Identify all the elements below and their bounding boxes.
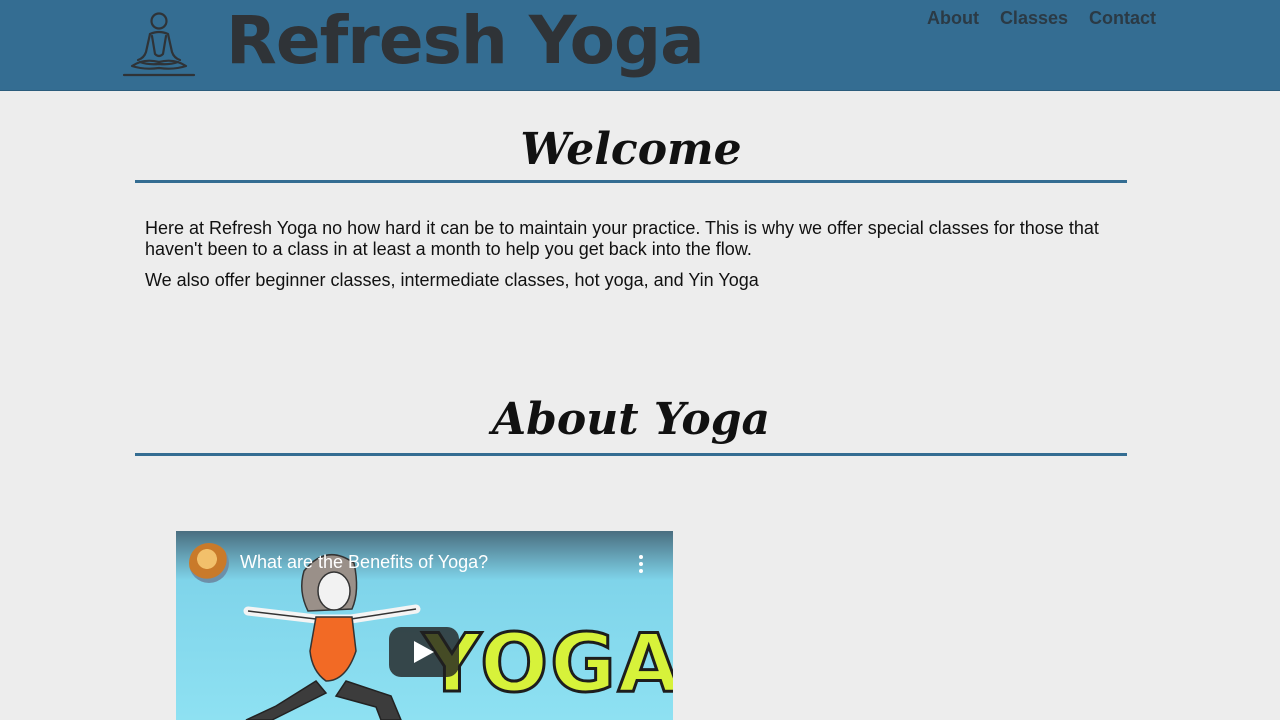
video-thumbnail-yoga-text: YOGA [422, 617, 673, 710]
embedded-video-player[interactable]: YOGA What are the Benefits of Yoga? [176, 531, 673, 720]
meditation-figure-icon [122, 12, 196, 77]
nav-link-about[interactable]: About [927, 8, 979, 29]
video-title[interactable]: What are the Benefits of Yoga? [240, 552, 488, 573]
welcome-paragraph-1: Here at Refresh Yoga no how hard it can … [145, 218, 1099, 259]
play-button[interactable] [389, 627, 459, 677]
site-logo-text[interactable]: Refresh Yoga [226, 0, 705, 86]
welcome-paragraph-2: We also offer beginner classes, intermed… [145, 270, 759, 290]
welcome-divider [135, 180, 1127, 183]
channel-avatar[interactable] [189, 543, 229, 583]
more-vert-icon[interactable] [639, 555, 643, 573]
welcome-heading: Welcome [520, 124, 742, 175]
play-icon [414, 641, 434, 663]
about-divider [135, 453, 1127, 456]
about-heading: About Yoga [491, 394, 771, 445]
site-header: Refresh Yoga About Classes Contact [0, 0, 1280, 91]
nav-link-contact[interactable]: Contact [1089, 8, 1156, 29]
main-nav: About Classes Contact [927, 8, 1156, 29]
nav-link-classes[interactable]: Classes [1000, 8, 1068, 29]
